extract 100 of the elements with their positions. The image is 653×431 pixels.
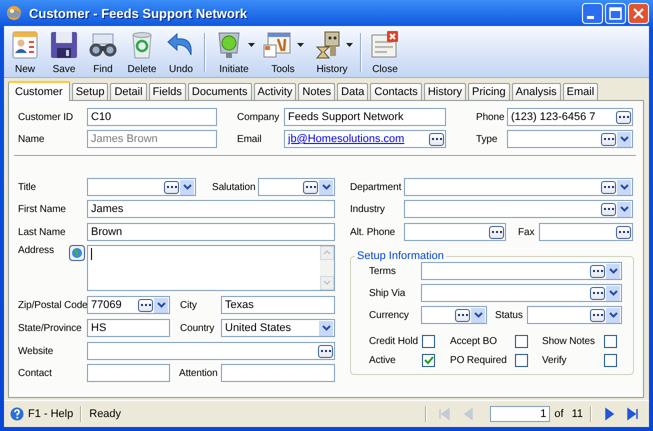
dropdown-field[interactable]: United States (221, 319, 335, 337)
scrollbar[interactable] (320, 246, 334, 290)
checkbox[interactable] (422, 335, 435, 348)
dropdown-button[interactable] (319, 320, 333, 336)
dropdown-button[interactable] (606, 264, 620, 278)
toolbar-button[interactable]: Find (84, 29, 122, 76)
ellipsis-button[interactable] (616, 110, 631, 124)
text-field[interactable]: Feeds Support Network (284, 108, 446, 126)
chevron-down-icon (620, 136, 628, 142)
toolbar-button[interactable]: Delete (123, 29, 161, 76)
ellipsis-icon (592, 292, 602, 294)
toolbar-button[interactable]: Initiate (210, 29, 258, 76)
combo-box[interactable] (527, 306, 622, 324)
tab[interactable]: Customer (8, 81, 70, 101)
toolbar-button[interactable]: History (308, 29, 356, 76)
lookup-field[interactable] (539, 223, 633, 241)
dropdown-button[interactable] (617, 180, 631, 194)
ellipsis-icon (592, 314, 602, 316)
ellipsis-button[interactable] (164, 180, 179, 194)
tab[interactable]: Notes (298, 83, 336, 100)
lookup-field[interactable] (87, 342, 335, 360)
checkbox[interactable] (515, 335, 528, 348)
checkbox[interactable] (422, 354, 435, 367)
dropdown-button[interactable] (606, 286, 620, 300)
combo-box[interactable] (87, 178, 196, 196)
email-field[interactable]: jb@Homesolutions.com (284, 130, 446, 148)
field-label: City (180, 300, 198, 310)
minimize-button[interactable] (582, 2, 603, 24)
lookup-field[interactable]: (123) 123-6456 7 (507, 108, 633, 126)
field-label: Address (18, 245, 55, 256)
ellipsis-button[interactable] (489, 226, 504, 238)
tab[interactable]: Detail (110, 83, 147, 100)
field-label: Company (237, 112, 280, 122)
tab[interactable]: Setup (72, 83, 108, 100)
dropdown-button[interactable] (154, 298, 168, 312)
ellipsis-button[interactable] (303, 180, 318, 194)
ellipsis-icon (492, 230, 502, 234)
checkbox[interactable] (604, 354, 617, 367)
text-field[interactable]: James (87, 200, 335, 218)
ellipsis-button[interactable] (601, 180, 616, 194)
tab[interactable]: History (424, 83, 466, 100)
ellipsis-icon (320, 350, 330, 352)
combo-box[interactable] (421, 262, 622, 280)
ellipsis-icon (604, 186, 614, 188)
globe-button[interactable] (69, 245, 85, 261)
field-label: Customer ID (18, 112, 74, 122)
tab[interactable]: Activity (254, 83, 296, 100)
tab[interactable]: Data (337, 83, 368, 100)
tab[interactable]: Contacts (370, 83, 422, 100)
ellipsis-button[interactable] (590, 308, 605, 322)
close-button[interactable] (628, 2, 649, 24)
page-field[interactable]: 1 (490, 406, 550, 422)
tab[interactable]: Documents (188, 83, 252, 100)
field-label: Alt. Phone (350, 226, 396, 238)
toolbar-button[interactable]: New (6, 29, 44, 76)
ellipsis-button[interactable] (590, 286, 605, 300)
ellipsis-button[interactable] (616, 226, 631, 238)
combo-box[interactable] (421, 284, 622, 302)
combo-box[interactable] (421, 306, 487, 324)
ellipsis-button[interactable] (429, 132, 444, 146)
lookup-field[interactable] (404, 223, 506, 241)
floppy-icon (48, 29, 80, 61)
dropdown-button[interactable] (606, 308, 620, 322)
tab[interactable]: Pricing (468, 83, 510, 100)
toolbar-button[interactable]: Tools (259, 29, 307, 76)
ellipsis-button[interactable] (601, 202, 616, 216)
ellipsis-button[interactable] (318, 344, 333, 358)
dropdown-button[interactable] (617, 202, 631, 216)
tab[interactable]: Analysis (512, 83, 561, 100)
toolbar-button[interactable]: Save (45, 29, 83, 76)
toolbar-button[interactable]: Undo (162, 29, 200, 76)
combo-box[interactable]: 77069 (87, 296, 170, 314)
tab[interactable]: Email (562, 83, 598, 100)
field-label: Title (18, 182, 38, 192)
ellipsis-button[interactable] (590, 264, 605, 278)
dropdown-button[interactable] (471, 308, 485, 322)
text-field[interactable] (221, 364, 335, 382)
ellipsis-icon (618, 116, 628, 118)
dropdown-button[interactable] (180, 180, 194, 194)
maximize-button[interactable] (605, 2, 626, 24)
memo-field[interactable] (87, 245, 335, 291)
checkbox[interactable] (604, 335, 617, 348)
toolbar-button[interactable]: Close (366, 29, 404, 76)
ellipsis-button[interactable] (138, 298, 153, 312)
text-field[interactable]: HS (87, 319, 170, 337)
dropdown-button[interactable] (617, 132, 631, 146)
tab[interactable]: Fields (148, 83, 186, 100)
last-page-button[interactable] (626, 407, 640, 421)
text-field[interactable] (87, 364, 170, 382)
dropdown-button[interactable] (319, 180, 333, 194)
ellipsis-button[interactable] (601, 132, 616, 146)
ellipsis-button[interactable] (455, 308, 470, 322)
ellipsis-icon (306, 186, 316, 188)
help-icon (10, 407, 24, 421)
checkbox[interactable] (515, 354, 528, 367)
text-field[interactable]: Texas (221, 296, 335, 314)
text-field[interactable]: Brown (87, 223, 335, 241)
combo-box[interactable] (258, 178, 335, 196)
combo-box[interactable] (507, 130, 633, 148)
text-field[interactable]: C10 (87, 108, 217, 126)
